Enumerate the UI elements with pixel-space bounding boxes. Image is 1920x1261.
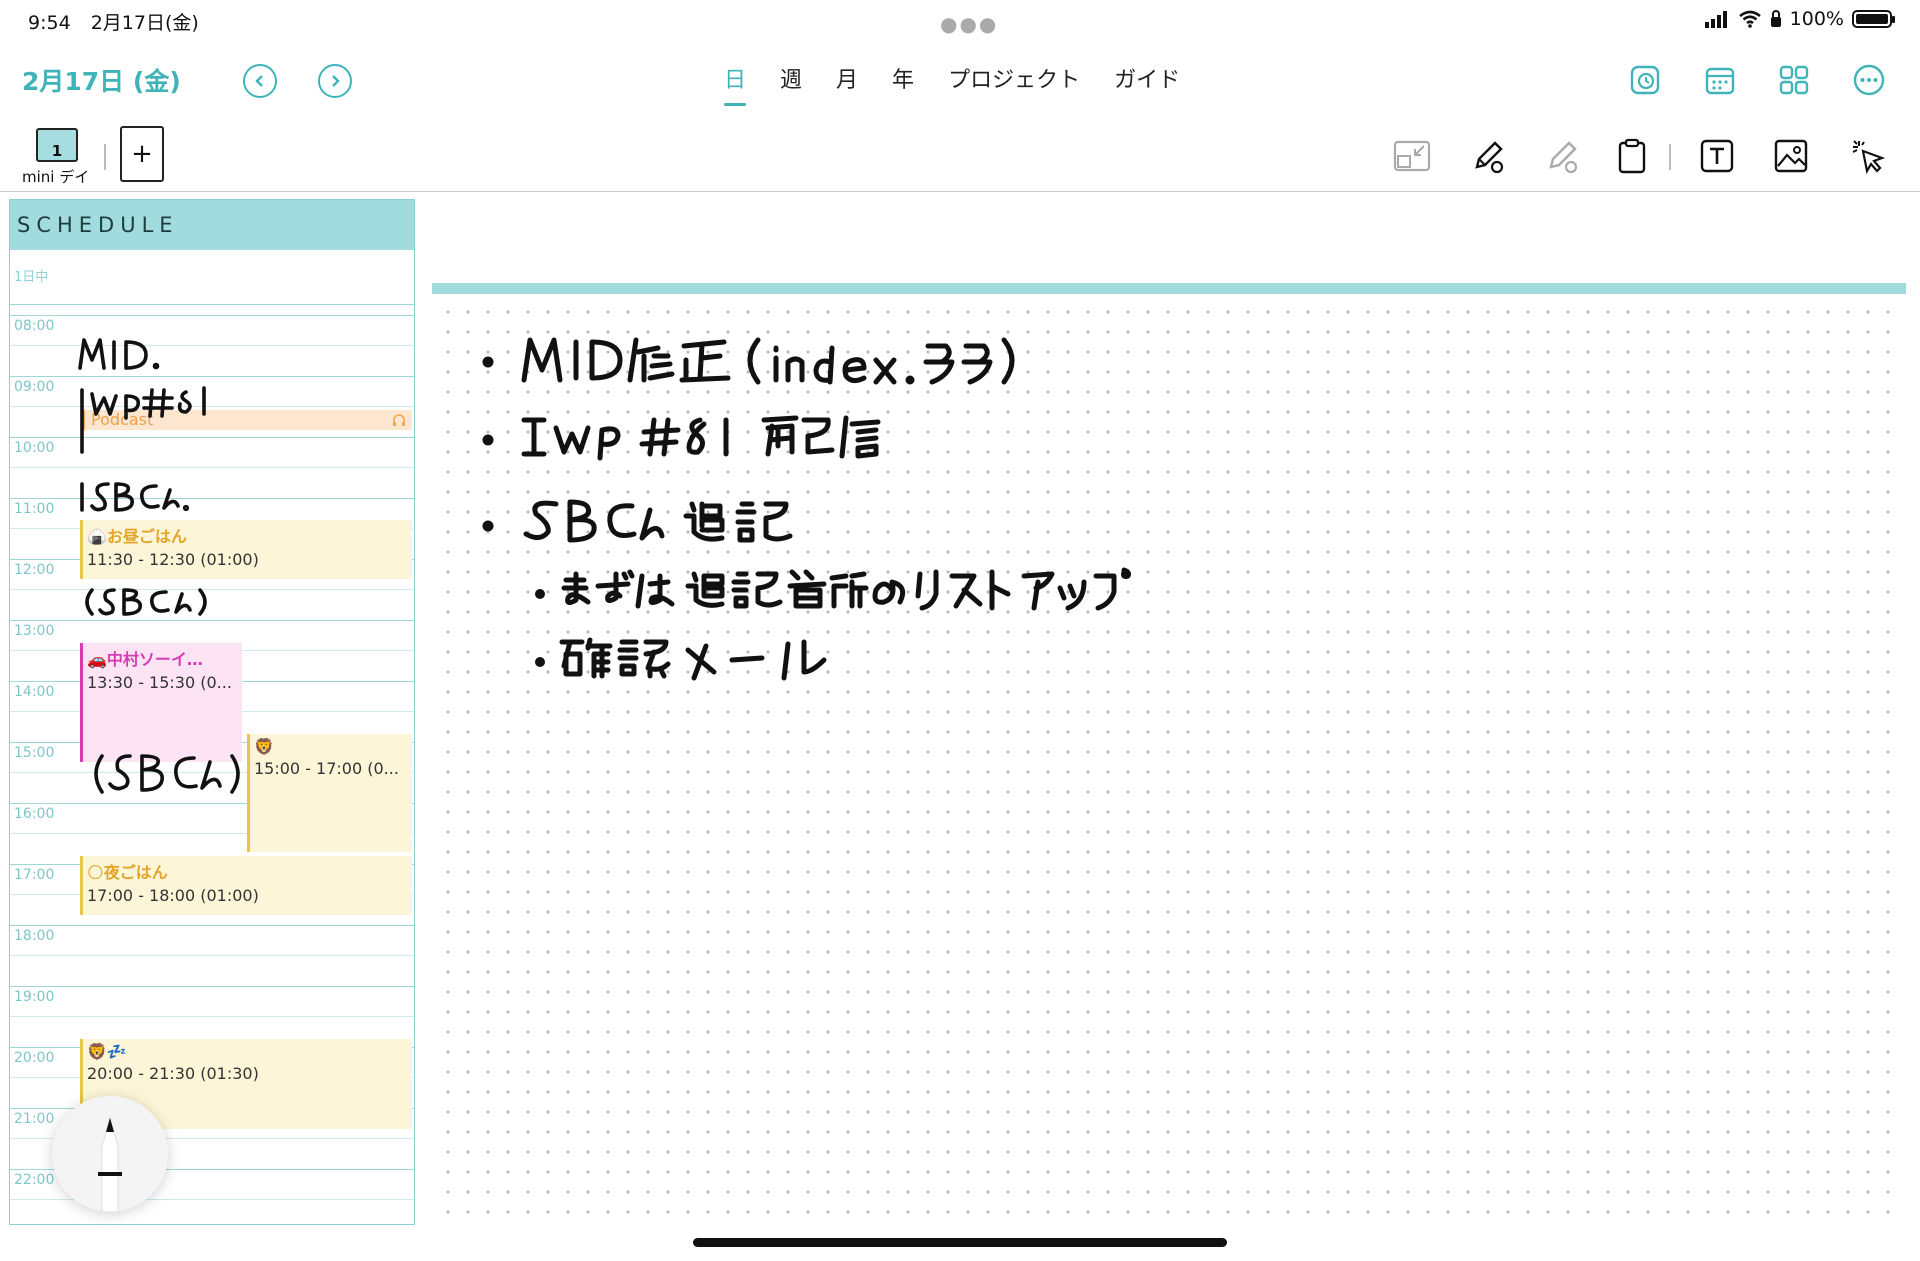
- shrink-window-icon[interactable]: [1392, 136, 1432, 176]
- view-tabs: 日 週 月 年 プロジェクト ガイド: [724, 62, 1180, 106]
- allday-label: 1日中: [14, 270, 49, 285]
- pencil-icon: [98, 1116, 122, 1212]
- note-canvas[interactable]: [432, 296, 1906, 1220]
- hour-row[interactable]: 18:00: [10, 925, 414, 986]
- hour-label: 11:00: [14, 501, 55, 517]
- event-emoji: 🦁💤: [87, 1042, 127, 1061]
- event-dinner[interactable]: 🌕夜ごはん 17:00 - 18:00 (01:00): [80, 856, 412, 915]
- event-emoji: 🌕: [87, 863, 104, 882]
- history-icon[interactable]: [1627, 62, 1663, 98]
- event-time: 15:00 - 17:00 (0...: [254, 759, 399, 778]
- status-time: 9:54: [28, 12, 71, 34]
- tool-bar: 1 mini デイ +: [0, 118, 1920, 192]
- hour-label: 08:00: [14, 318, 55, 334]
- note-handwriting: [482, 337, 1131, 681]
- headphones-icon: [393, 414, 405, 426]
- event-emoji: 🍙: [87, 527, 107, 546]
- hour-label: 10:00: [14, 440, 55, 456]
- hour-row[interactable]: 19:00: [10, 986, 414, 1047]
- eraser-pen-icon[interactable]: [1542, 136, 1582, 176]
- battery-icon: [1852, 10, 1895, 28]
- wifi-icon: [1738, 10, 1761, 28]
- hour-label: 16:00: [14, 806, 55, 822]
- calendar-icon[interactable]: [1702, 62, 1738, 98]
- event-title: Podcast: [91, 410, 154, 429]
- tab-day[interactable]: 日: [724, 62, 747, 106]
- signal-icon: [1704, 11, 1727, 28]
- lasso-select-icon[interactable]: [1848, 136, 1888, 176]
- event-title: 中村ソーイ…: [106, 650, 203, 669]
- hour-label: 15:00: [14, 745, 55, 761]
- home-indicator[interactable]: [693, 1238, 1227, 1247]
- event-emoji: 🚗: [87, 650, 107, 669]
- tab-month[interactable]: 月: [836, 62, 858, 104]
- hour-label: 19:00: [14, 989, 55, 1005]
- hour-label: 14:00: [14, 684, 55, 700]
- chevron-left-icon: [255, 75, 263, 87]
- more-options-icon[interactable]: [1851, 62, 1887, 98]
- tab-project[interactable]: プロジェクト: [948, 62, 1080, 104]
- hour-label: 13:00: [14, 623, 55, 639]
- toolbar-divider: [104, 144, 106, 170]
- page-number: 1: [51, 142, 63, 160]
- hour-row[interactable]: 10:00: [10, 437, 414, 498]
- text-box-icon[interactable]: [1697, 136, 1737, 176]
- event-lunch[interactable]: 🍙お昼ごはん 11:30 - 12:30 (01:00): [80, 520, 412, 579]
- tab-guide[interactable]: ガイド: [1114, 62, 1180, 104]
- pencil-tool-button[interactable]: [52, 1096, 168, 1212]
- nav-bar: 2月17日 (金) 日 週 月 年 プロジェクト ガイド: [0, 44, 1920, 110]
- clipboard-icon[interactable]: [1612, 136, 1652, 176]
- event-time: 11:30 - 12:30 (01:00): [87, 550, 259, 569]
- battery-percent: 100%: [1789, 8, 1844, 30]
- schedule-header: SCHEDULE: [10, 200, 414, 250]
- hour-label: 17:00: [14, 867, 55, 883]
- event-title: 夜ごはん: [103, 863, 168, 882]
- tab-week[interactable]: 週: [780, 62, 802, 104]
- hour-row[interactable]: 08:00: [10, 315, 414, 376]
- event-emoji: 🦁: [254, 737, 274, 756]
- event-lion-block[interactable]: 🦁 15:00 - 17:00 (0...: [247, 734, 412, 852]
- hour-label: 09:00: [14, 379, 55, 395]
- allday-divider: [10, 304, 414, 305]
- chevron-right-icon: [332, 75, 340, 87]
- hour-label: 22:00: [14, 1172, 55, 1188]
- status-bar: 9:54 2月17日(金) ●●● 100%: [0, 0, 1920, 40]
- current-date-title[interactable]: 2月17日 (金): [22, 62, 181, 98]
- note-top-rule: [432, 283, 1906, 294]
- grid-view-icon[interactable]: [1776, 62, 1812, 98]
- event-time: 17:00 - 18:00 (01:00): [87, 886, 259, 905]
- image-insert-icon[interactable]: [1771, 136, 1811, 176]
- pen-tool-icon[interactable]: [1468, 136, 1508, 176]
- add-page-button[interactable]: +: [120, 126, 164, 182]
- hour-label: 20:00: [14, 1050, 55, 1066]
- next-day-button[interactable]: [318, 64, 352, 98]
- hour-label: 12:00: [14, 562, 55, 578]
- event-time: 13:30 - 15:30 (0...: [87, 673, 232, 692]
- tab-year[interactable]: 年: [892, 62, 914, 104]
- hour-label: 18:00: [14, 928, 55, 944]
- status-date: 2月17日(金): [90, 12, 199, 34]
- previous-day-button[interactable]: [243, 64, 277, 98]
- page-thumbnail[interactable]: 1: [36, 128, 78, 162]
- schedule-panel: SCHEDULE 1日中 08:00 09:00 10:00 11:00 12:…: [9, 199, 415, 1225]
- multitasking-dots-icon[interactable]: ●●●: [940, 12, 998, 36]
- page-template-label: mini デイ: [22, 168, 90, 186]
- event-podcast[interactable]: Podcast: [82, 410, 412, 430]
- event-nakamura[interactable]: 🚗中村ソーイ… 13:30 - 15:30 (0...: [80, 643, 242, 762]
- event-title: お昼ごはん: [106, 527, 187, 546]
- event-time: 20:00 - 21:30 (01:30): [87, 1064, 259, 1083]
- toolbar-divider-right: [1669, 144, 1671, 170]
- hour-label: 21:00: [14, 1111, 55, 1127]
- orientation-lock-icon: [1770, 10, 1781, 27]
